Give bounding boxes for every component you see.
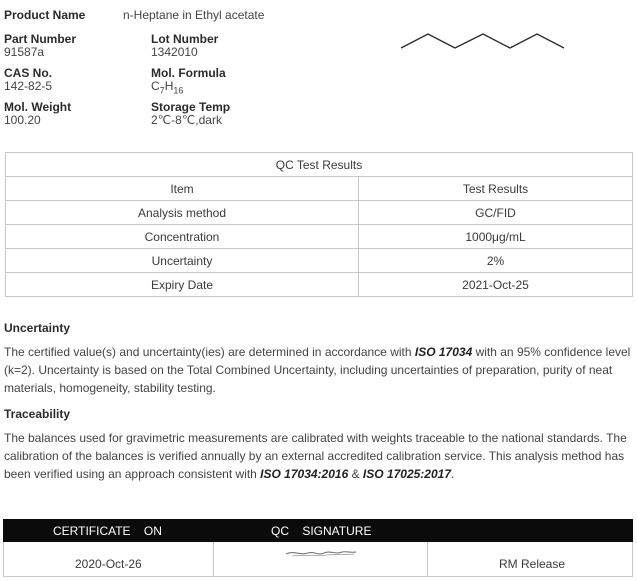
certificate-on-label: CERTIFICATE ON xyxy=(53,524,162,538)
formula-label: Mol. Formula xyxy=(151,66,226,80)
qc-item-cell: Uncertainty xyxy=(5,248,359,273)
product-name-label: Product Name xyxy=(4,8,86,22)
release-cell: RM Release xyxy=(428,542,632,576)
lot-number-label: Lot Number xyxy=(151,32,219,46)
heptane-skeleton-line xyxy=(400,33,565,49)
part-number-label: Part Number xyxy=(4,32,77,46)
qc-header-row: Item Test Results xyxy=(5,176,633,201)
qc-result-cell: GC/FID xyxy=(358,200,633,225)
certificate-date: 2020-Oct-26 xyxy=(75,557,142,571)
formula-h-sub: 16 xyxy=(173,85,184,96)
formula-c: C xyxy=(151,79,160,93)
product-name-value: n-Heptane in Ethyl acetate xyxy=(123,8,265,22)
table-row: Expiry Date 2021-Oct-25 xyxy=(5,272,633,297)
qc-table-caption: QC Test Results xyxy=(5,152,633,177)
traceability-end: . xyxy=(451,467,455,481)
lot-number-value: 1342010 xyxy=(151,45,198,59)
qc-signature-label: QC SIGNATURE xyxy=(271,524,372,538)
certificate-body-row: 2020-Oct-26 RM Release xyxy=(3,542,633,577)
handwritten-signature-image xyxy=(285,551,357,557)
qc-result-cell: 1000μg/mL xyxy=(358,224,633,249)
qc-item-cell: Expiry Date xyxy=(5,272,359,297)
table-row: Concentration 1000μg/mL xyxy=(5,224,633,249)
traceability-iso-2: ISO 17025:2017 xyxy=(362,467,451,481)
traceability-iso-1: ISO 17034:2016 xyxy=(260,467,349,481)
formula-value: C7H16 xyxy=(151,79,183,95)
table-row: Analysis method GC/FID xyxy=(5,200,633,225)
qc-result-cell: 2% xyxy=(358,248,633,273)
cas-value: 142-82-5 xyxy=(4,79,53,93)
table-row: Uncertainty 2% xyxy=(5,248,633,273)
qc-item-cell: Concentration xyxy=(5,224,359,249)
certificate-date-cell: 2020-Oct-26 xyxy=(4,542,213,576)
traceability-amp: & xyxy=(348,467,363,481)
qc-item-cell: Analysis method xyxy=(5,200,359,225)
uncertainty-text-1: The certified value(s) and uncertainty(i… xyxy=(4,345,415,359)
certificate-block: CERTIFICATE ON QC SIGNATURE 2020-Oct-26 … xyxy=(3,519,633,577)
traceability-paragraph: The balances used for gravimetric measur… xyxy=(4,429,634,483)
qc-col-result-header: Test Results xyxy=(358,176,633,201)
qc-col-item-header: Item xyxy=(5,176,359,201)
qc-results-table: QC Test Results Item Test Results Analys… xyxy=(5,152,633,297)
signature-cell xyxy=(214,542,427,576)
qc-result-cell: 2021-Oct-25 xyxy=(358,272,633,297)
cas-label: CAS No. xyxy=(4,66,52,80)
traceability-title: Traceability xyxy=(4,407,71,421)
uncertainty-paragraph: The certified value(s) and uncertainty(i… xyxy=(4,343,634,397)
rm-release-label: RM Release xyxy=(499,557,566,571)
uncertainty-iso-ref: ISO 17034 xyxy=(414,345,473,359)
certificate-header-bar: CERTIFICATE ON QC SIGNATURE xyxy=(3,519,633,542)
molecule-structure-image xyxy=(400,33,565,49)
storage-label: Storage Temp xyxy=(151,100,231,114)
uncertainty-title: Uncertainty xyxy=(4,321,71,335)
part-number-value: 91587a xyxy=(4,45,45,59)
weight-value: 100.20 xyxy=(4,113,41,127)
qc-caption-row: QC Test Results xyxy=(5,152,633,177)
storage-value: 2℃-8℃,dark xyxy=(151,113,222,127)
weight-label: Mol. Weight xyxy=(4,100,72,114)
